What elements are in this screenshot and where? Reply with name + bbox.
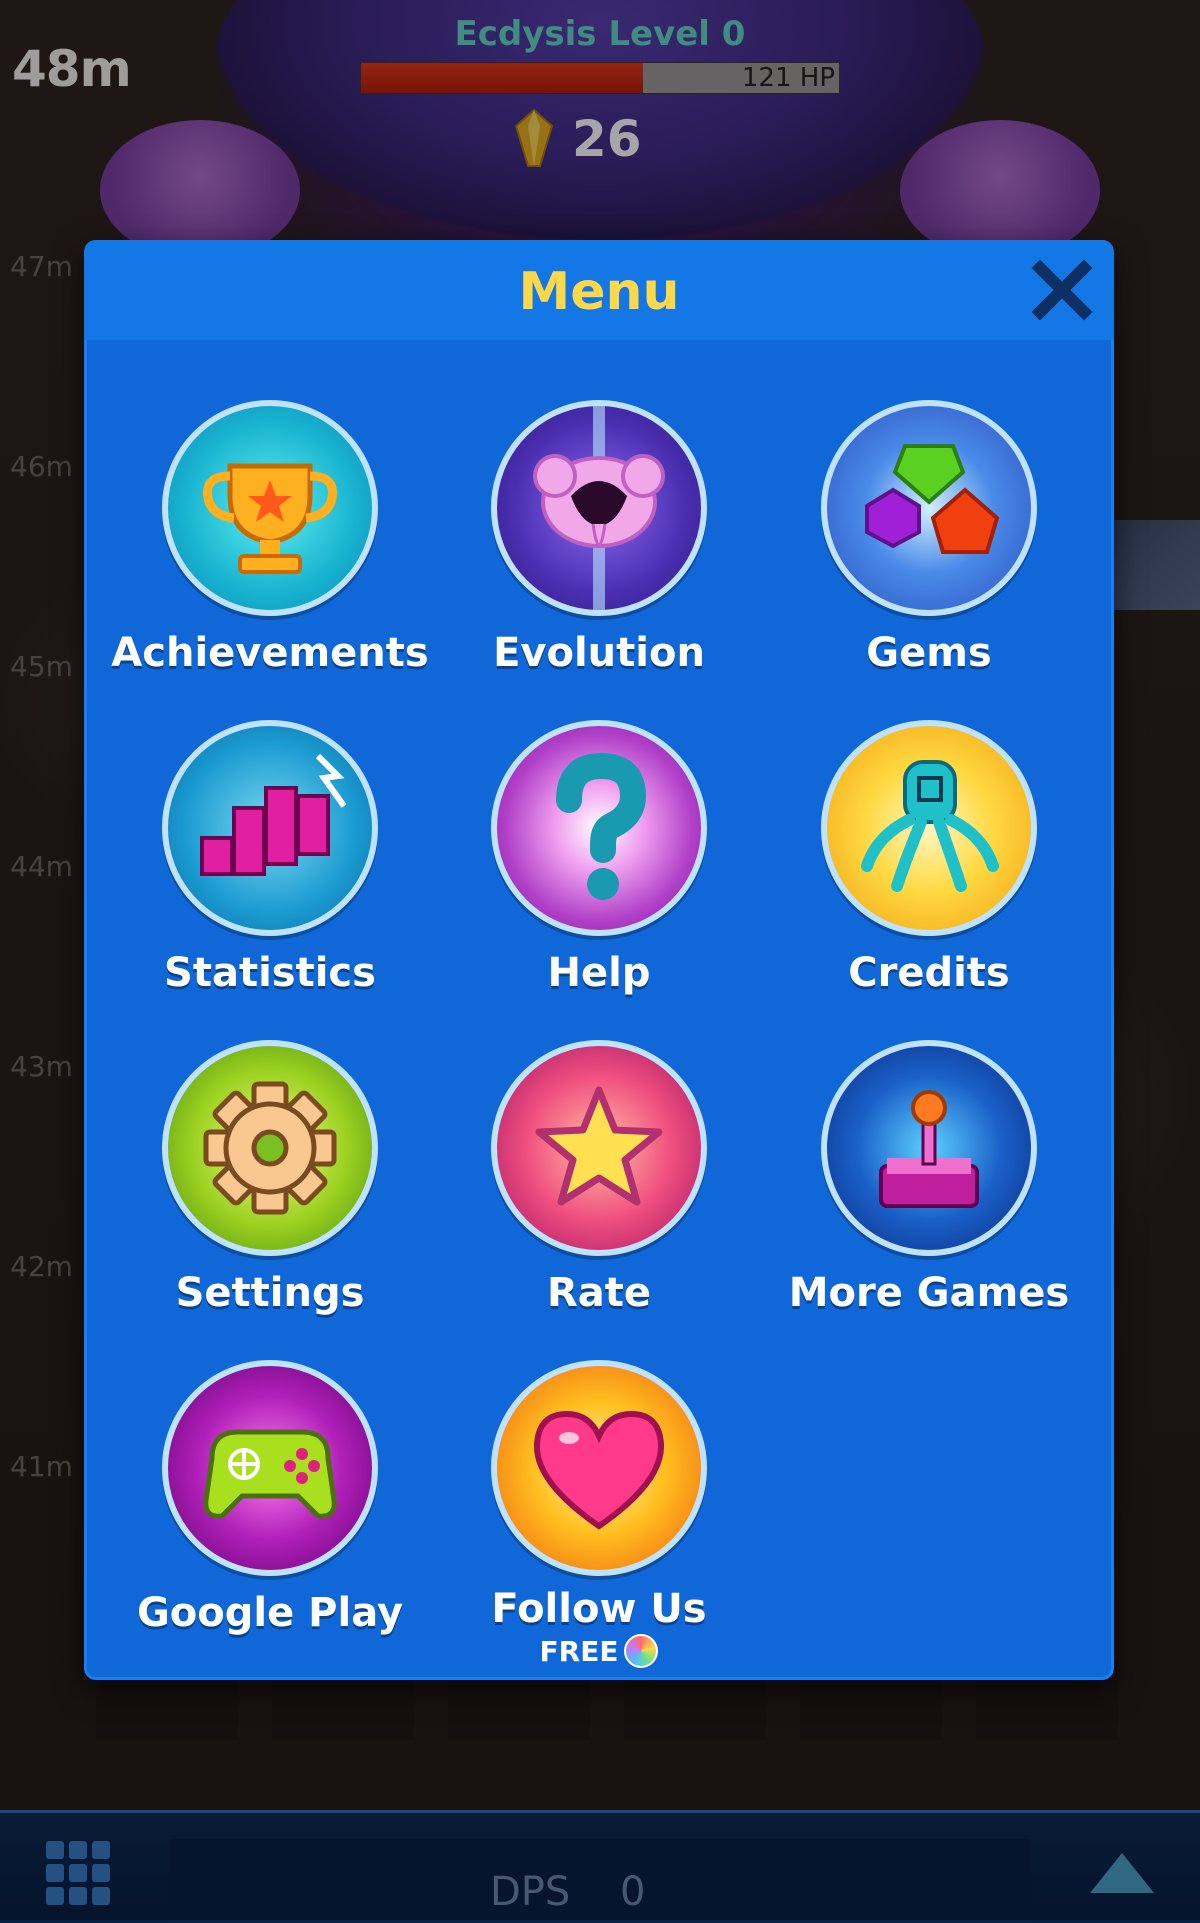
question-icon [556,752,647,900]
gamepad-icon [203,1429,337,1519]
star-icon [535,1086,663,1206]
menu-item-label: Gems [866,630,992,676]
heart-icon [533,1410,665,1530]
menu-item-gems[interactable]: Gems [769,400,1089,676]
menu-item-label: Achievements [111,630,429,676]
achievements-button[interactable] [162,400,378,616]
credits-button[interactable] [821,720,1037,936]
rate-button[interactable] [491,1040,707,1256]
menu-item-label: Settings [175,1270,365,1316]
free-label: FREE [539,1634,619,1668]
evolution-button[interactable] [491,400,707,616]
gear-icon [203,1081,337,1215]
joystick-icon [879,1090,979,1208]
creature-icon [533,406,665,610]
help-button[interactable] [491,720,707,936]
menu-item-label: More Games [788,1270,1070,1316]
more-games-button[interactable] [821,1040,1037,1256]
menu-item-label: Credits [848,950,1010,996]
close-icon[interactable] [1026,254,1098,326]
menu-title: Menu [518,262,680,322]
gems-icon [865,444,1000,554]
menu-item-label: Google Play [136,1590,404,1636]
bar-chart-icon [200,753,347,876]
trophy-icon [202,463,338,574]
menu-item-more-games[interactable]: More Games [769,1040,1089,1316]
statistics-button[interactable] [162,720,378,936]
menu-item-achievements[interactable]: Achievements [110,400,430,676]
gems-button[interactable] [821,400,1037,616]
menu-item-label: Rate [546,1270,652,1316]
menu-item-credits[interactable]: Credits [769,720,1089,996]
menu-item-label: Help [547,950,651,996]
menu-item-settings[interactable]: Settings [110,1040,430,1316]
follow-us-button[interactable] [491,1360,707,1576]
menu-item-label: Evolution [493,630,705,676]
menu-item-evolution[interactable]: Evolution [439,400,759,676]
menu-item-follow-us[interactable]: Follow Us FREE [439,1360,759,1668]
menu-header: Menu [84,240,1114,340]
menu-dialog: Menu Achievements Evolution Gems Statist… [84,240,1114,1680]
octopus-icon [861,760,999,892]
menu-item-label: Statistics [164,950,376,996]
google-play-button[interactable] [162,1360,378,1576]
menu-item-statistics[interactable]: Statistics [110,720,430,996]
menu-item-rate[interactable]: Rate [439,1040,759,1316]
menu-item-google-play[interactable]: Google Play [110,1360,430,1636]
menu-item-label: Follow Us [491,1586,707,1632]
free-reward-tag: FREE [439,1634,759,1668]
settings-button[interactable] [162,1040,378,1256]
menu-item-help[interactable]: Help [439,720,759,996]
rainbow-coin-icon [624,1634,659,1668]
